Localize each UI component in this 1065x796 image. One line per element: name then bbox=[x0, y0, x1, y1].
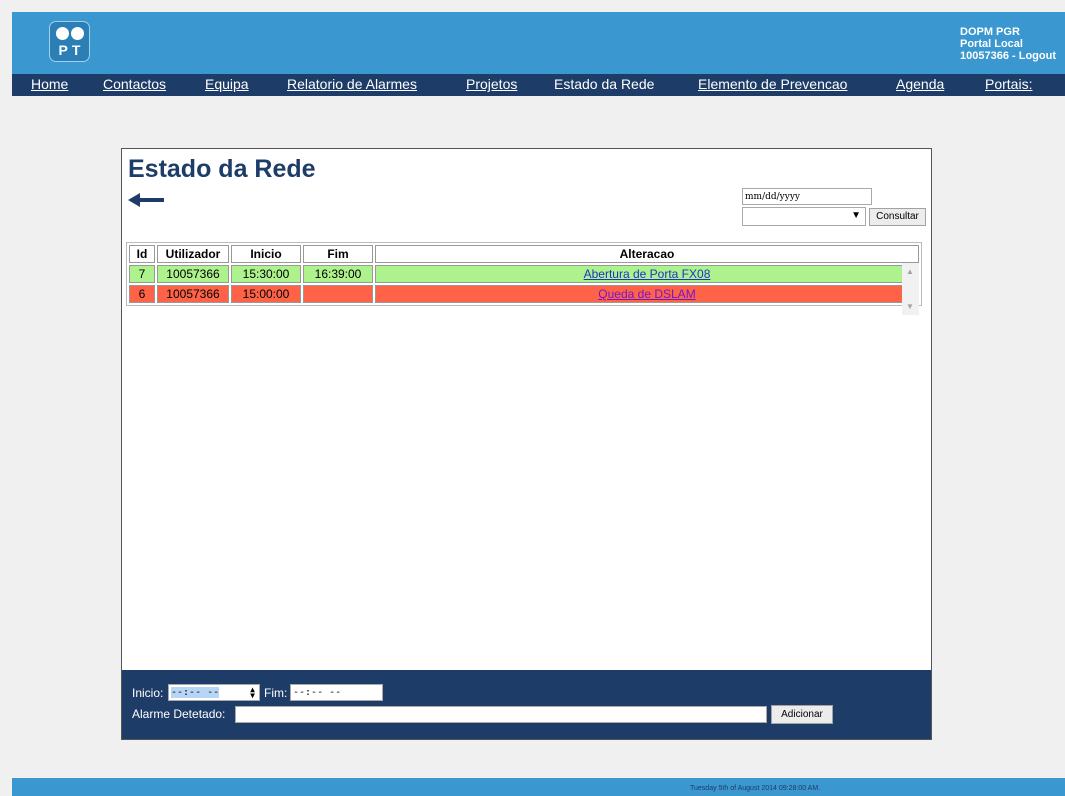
cell-user: 10057366 bbox=[157, 285, 229, 303]
footer-timestamp: Tuesday 5th of August 2014 09:28:00 AM. bbox=[690, 785, 821, 792]
nav-equipa[interactable]: Equipa bbox=[205, 76, 249, 92]
inicio-label: Inicio: bbox=[132, 686, 164, 700]
logo-dot-right bbox=[71, 27, 84, 40]
top-banner: PT DOPM PGR Portal Local 10057366 - Logo… bbox=[12, 12, 1065, 74]
nav-agenda[interactable]: Agenda bbox=[896, 76, 944, 92]
col-id: Id bbox=[129, 245, 155, 263]
pt-logo[interactable]: PT bbox=[49, 21, 90, 62]
cell-end: 16:39:00 bbox=[303, 265, 373, 283]
table-row: 6 10057366 15:00:00 Queda de DSLAM bbox=[129, 285, 919, 303]
spinner-icon[interactable]: ▲ ▼ bbox=[250, 686, 255, 700]
nav-projetos[interactable]: Projetos bbox=[466, 76, 517, 92]
filter-select[interactable]: ▼ bbox=[742, 207, 866, 226]
cell-end bbox=[303, 285, 373, 303]
user-id: 10057366 bbox=[960, 50, 1009, 62]
logout-link[interactable]: Logout bbox=[1019, 50, 1056, 62]
main-nav: Home Contactos Equipa Relatorio de Alarm… bbox=[12, 74, 1065, 96]
estado-rede-panel: Estado da Rede mm/dd/yyyy ▼ Consultar Id… bbox=[121, 148, 932, 740]
col-alteracao: Alteracao bbox=[375, 245, 919, 263]
cell-start: 15:00:00 bbox=[231, 285, 301, 303]
footer-bar: Tuesday 5th of August 2014 09:28:00 AM. bbox=[12, 778, 1065, 796]
change-link[interactable]: Queda de DSLAM bbox=[598, 287, 695, 301]
nav-estado-rede[interactable]: Estado da Rede bbox=[554, 76, 654, 92]
org-name: DOPM PGR bbox=[960, 26, 1020, 38]
cell-id: 6 bbox=[129, 285, 155, 303]
cell-id: 7 bbox=[129, 265, 155, 283]
consultar-button[interactable]: Consultar bbox=[869, 208, 926, 226]
alarm-input[interactable] bbox=[235, 706, 767, 723]
portal-name: Portal Local bbox=[960, 38, 1023, 50]
logo-text: PT bbox=[58, 42, 85, 58]
inicio-time-input[interactable]: --:-- -- ▲ ▼ bbox=[168, 684, 260, 701]
user-info: DOPM PGR Portal Local 10057366 - Logout bbox=[960, 26, 1056, 62]
cell-change: Queda de DSLAM bbox=[375, 285, 919, 303]
logo-dot-left bbox=[56, 27, 69, 40]
scroll-down-icon[interactable]: ▼ bbox=[906, 302, 914, 311]
col-utilizador: Utilizador bbox=[157, 245, 229, 263]
cell-start: 15:30:00 bbox=[231, 265, 301, 283]
cell-user: 10057366 bbox=[157, 265, 229, 283]
back-arrow-icon[interactable] bbox=[128, 193, 164, 207]
date-input[interactable]: mm/dd/yyyy bbox=[742, 188, 872, 205]
alarm-label: Alarme Detetado: bbox=[132, 707, 226, 721]
dropdown-arrow-icon: ▼ bbox=[851, 210, 861, 221]
inicio-time-value: --:-- -- bbox=[171, 687, 220, 698]
change-link[interactable]: Abertura de Porta FX08 bbox=[584, 267, 711, 281]
table-scrollbar[interactable]: ▲ ▼ bbox=[902, 263, 919, 315]
adicionar-button[interactable]: Adicionar bbox=[771, 705, 833, 724]
nav-home[interactable]: Home bbox=[31, 76, 68, 92]
cell-change: Abertura de Porta FX08 bbox=[375, 265, 919, 283]
alarms-table: Id Utilizador Inicio Fim Alteracao 7 100… bbox=[126, 242, 922, 306]
col-fim: Fim bbox=[303, 245, 373, 263]
fim-label: Fim: bbox=[264, 686, 288, 700]
add-alarm-form: Inicio: --:-- -- ▲ ▼ Fim: --:-- -- Alarme… bbox=[122, 670, 931, 739]
table-row: 7 10057366 15:30:00 16:39:00 Abertura de… bbox=[129, 265, 919, 283]
nav-portais[interactable]: Portais: bbox=[985, 76, 1032, 92]
scroll-up-icon[interactable]: ▲ bbox=[906, 267, 914, 276]
nav-elemento-prevencao[interactable]: Elemento de Prevencao bbox=[698, 76, 847, 92]
page-title: Estado da Rede bbox=[128, 155, 316, 183]
nav-relatorio-alarmes[interactable]: Relatorio de Alarmes bbox=[287, 76, 417, 92]
fim-time-input[interactable]: --:-- -- bbox=[290, 684, 383, 701]
col-inicio: Inicio bbox=[231, 245, 301, 263]
nav-contactos[interactable]: Contactos bbox=[103, 76, 166, 92]
